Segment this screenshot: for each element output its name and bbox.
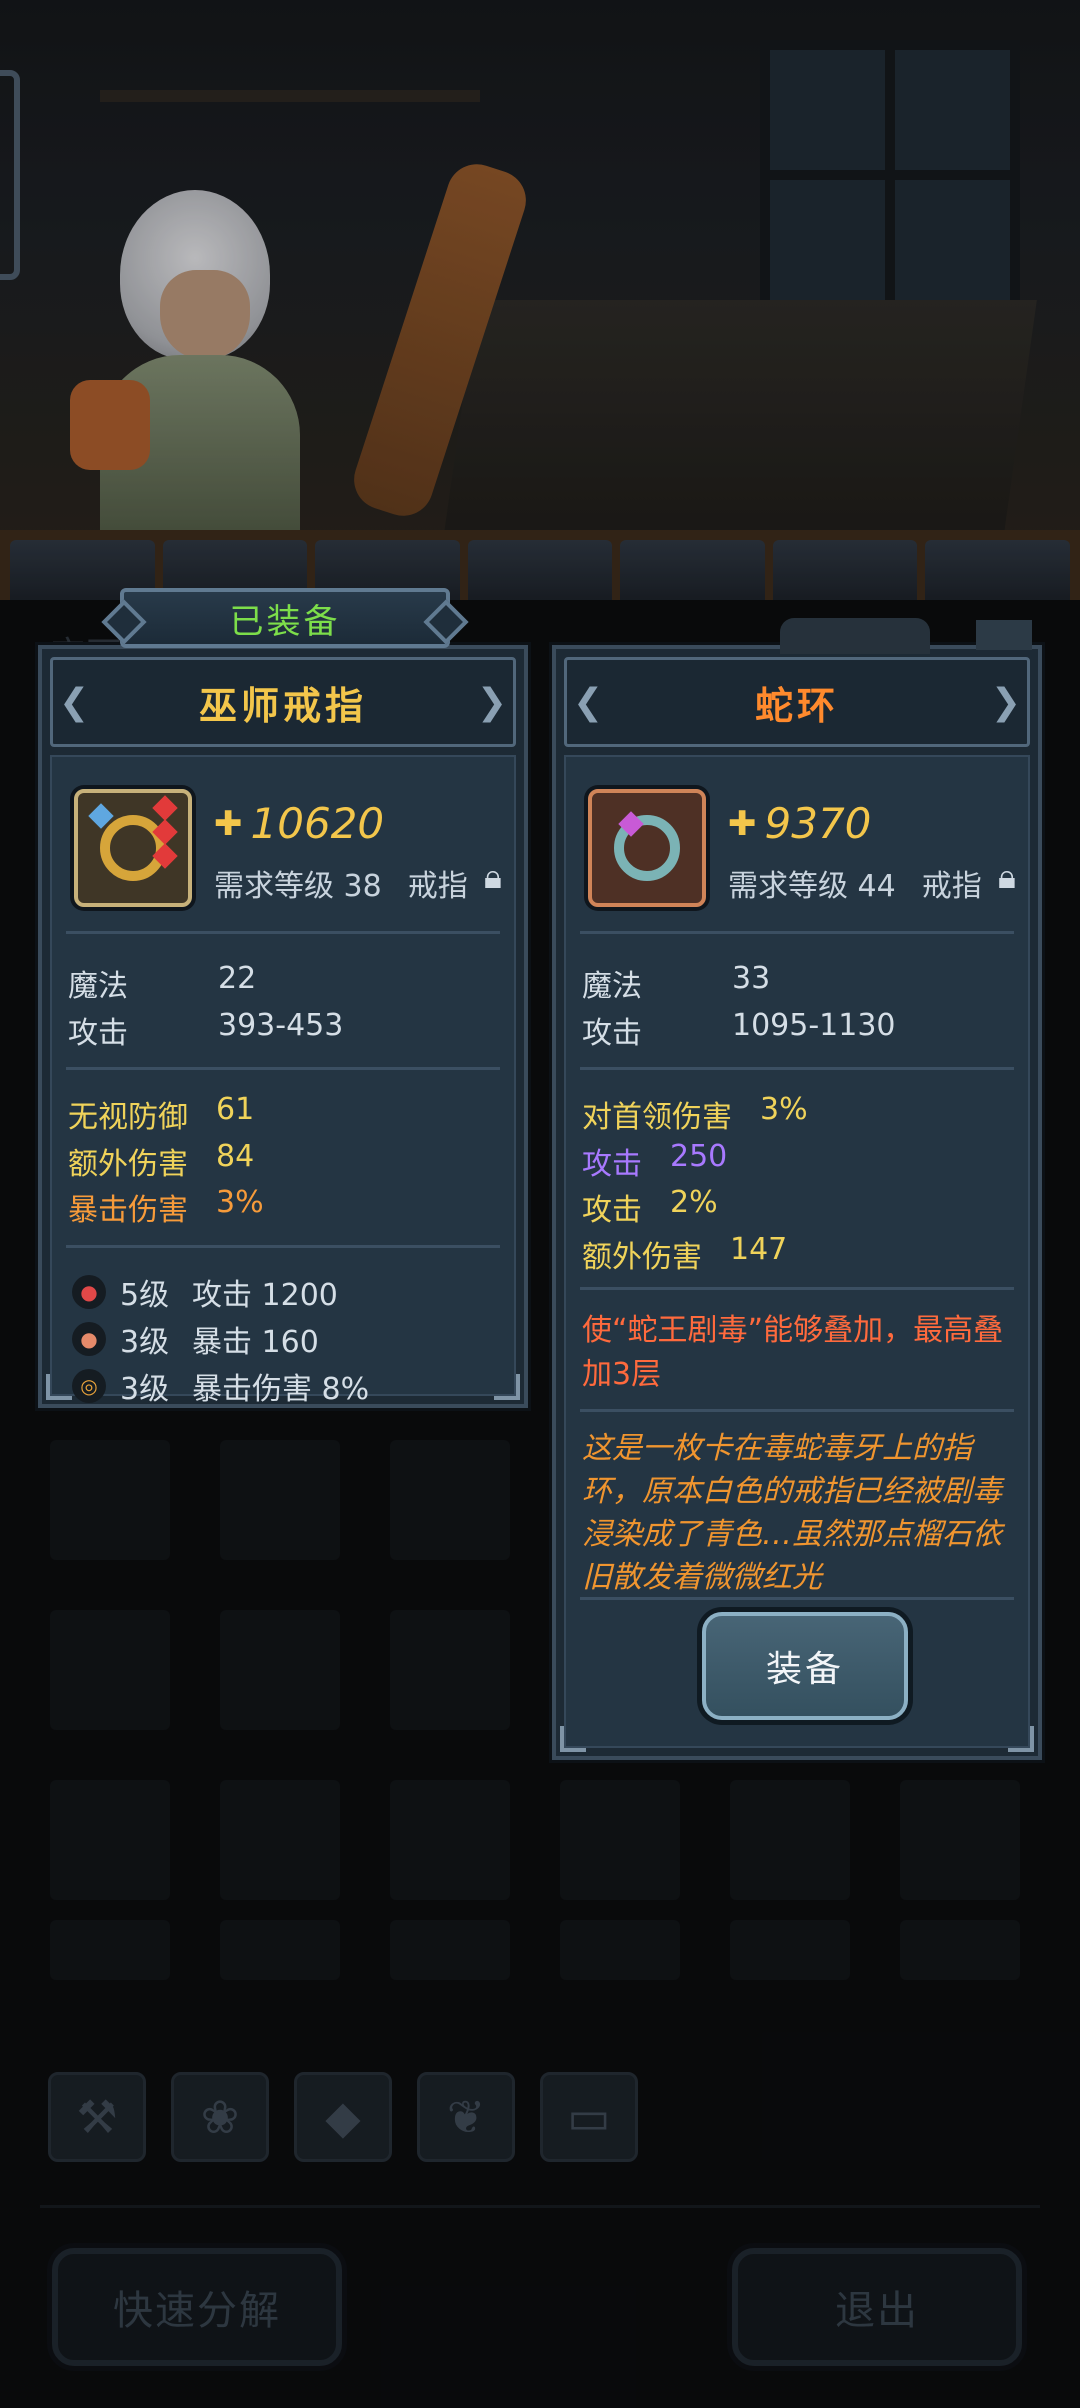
equipped-item-card: 巫师戒指 ✚ 10620 需求等级 38 戒指 🔒︎ 魔法 22 攻击 393-… bbox=[38, 645, 528, 1408]
item-title-bar: 巫师戒指 bbox=[50, 657, 516, 747]
lore-text: 这是一枚卡在毒蛇毒牙上的指环，原本白色的戒指已经被剧毒浸染成了青色…虽然那点榴石… bbox=[582, 1431, 1002, 1595]
coin-icon: ✚ bbox=[214, 803, 243, 844]
compare-item-card: 蛇环 ✚ 9370 需求等级 44 戒指 🔒︎ 魔法 33 攻击 1095-11… bbox=[552, 645, 1042, 1760]
ring-icon bbox=[588, 789, 706, 907]
bonus-stat-row: 攻击 2% bbox=[582, 1185, 718, 1228]
item-title: 巫师戒指 bbox=[198, 683, 367, 728]
required-level: 需求等级 44 bbox=[728, 869, 896, 904]
divider bbox=[580, 931, 1014, 934]
item-details: ✚ 10620 需求等级 38 戒指 🔒︎ 魔法 22 攻击 393-453 无… bbox=[50, 755, 516, 1407]
coin-icon: ✚ bbox=[728, 803, 757, 844]
socket-gem-row: ● 5级 攻击 1200 bbox=[72, 1270, 338, 1314]
price-value: 10620 bbox=[250, 799, 385, 848]
price-value: 9370 bbox=[764, 799, 872, 848]
divider bbox=[580, 1409, 1014, 1412]
ring-icon bbox=[74, 789, 192, 907]
price: ✚ 10620 bbox=[214, 799, 384, 848]
bonus-stat-row: 攻击 250 bbox=[582, 1139, 728, 1182]
divider bbox=[66, 1067, 500, 1070]
socket-gem-row: ● 3级 暴击 160 bbox=[72, 1317, 319, 1361]
stat-row: 攻击 393-453 bbox=[68, 1008, 344, 1051]
divider bbox=[580, 1067, 1014, 1070]
equipped-tag-label: 已装备 bbox=[229, 601, 341, 642]
divider bbox=[66, 931, 500, 934]
red-gem-icon: ● bbox=[72, 1275, 106, 1309]
divider bbox=[66, 1245, 500, 1248]
set-effect-text: 使“蛇王剧毒”能够叠加，最高叠加3层 bbox=[582, 1313, 1004, 1392]
lock-icon[interactable]: 🔒︎ bbox=[998, 857, 1016, 897]
bonus-stat-row: 额外伤害 147 bbox=[582, 1232, 788, 1275]
stat-row: 魔法 22 bbox=[68, 961, 257, 1004]
divider bbox=[580, 1597, 1014, 1600]
bonus-stat-row: 无视防御 61 bbox=[68, 1092, 255, 1135]
bonus-stat-row: 暴击伤害 3% bbox=[68, 1185, 264, 1228]
divider bbox=[580, 1287, 1014, 1290]
equip-button[interactable]: 装备 bbox=[702, 1612, 908, 1720]
socket-gem-row: ◎ 3级 暴击伤害 8% bbox=[72, 1364, 369, 1408]
yellow-gem-icon: ◎ bbox=[72, 1369, 106, 1403]
orange-gem-icon: ● bbox=[72, 1322, 106, 1356]
equipped-tag: 已装备 bbox=[120, 588, 450, 648]
required-level: 需求等级 38 bbox=[214, 869, 382, 904]
item-slot: 戒指 bbox=[921, 869, 982, 904]
stat-row: 魔法 33 bbox=[582, 961, 771, 1004]
lock-icon[interactable]: 🔒︎ bbox=[484, 857, 502, 897]
bonus-stat-row: 对首领伤害 3% bbox=[582, 1092, 808, 1135]
stat-row: 攻击 1095-1130 bbox=[582, 1008, 896, 1051]
item-slot: 戒指 bbox=[407, 869, 468, 904]
batch-decompose-tab bbox=[780, 618, 930, 654]
item-title: 蛇环 bbox=[754, 683, 839, 728]
item-title-bar: 蛇环 bbox=[564, 657, 1030, 747]
grid-toggle bbox=[976, 620, 1032, 650]
bonus-stat-row: 额外伤害 84 bbox=[68, 1139, 255, 1182]
item-details: ✚ 9370 需求等级 44 戒指 🔒︎ 魔法 33 攻击 1095-1130 … bbox=[564, 755, 1030, 1748]
price: ✚ 9370 bbox=[728, 799, 871, 848]
